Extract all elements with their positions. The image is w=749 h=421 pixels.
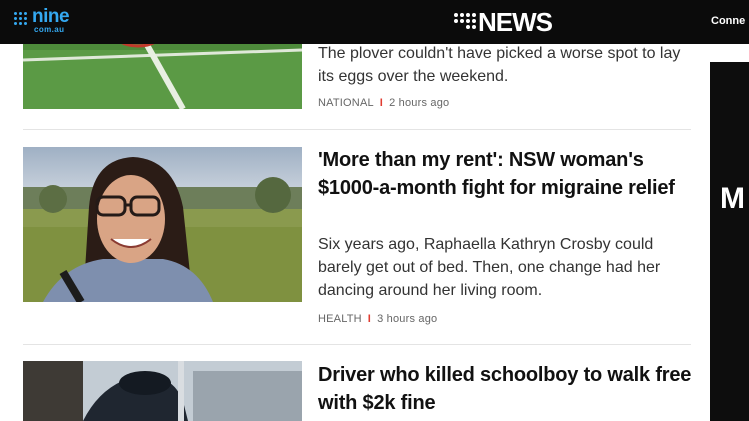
article-headline-link[interactable]: 'More than my rent': NSW woman's $1000-a…	[318, 146, 698, 202]
article-summary[interactable]: The plover couldn't have picked a worse …	[318, 42, 698, 88]
article-category-link[interactable]: HEALTH	[318, 313, 362, 325]
article-headline-link[interactable]: Driver who killed schoolboy to walk free…	[318, 361, 698, 417]
ad-text: M	[720, 182, 745, 215]
article-thumbnail-image[interactable]	[23, 361, 302, 421]
article-meta: NATIONAL I 2 hours ago	[318, 97, 449, 109]
nine-dots-icon	[14, 12, 30, 30]
9news-brand-text: NEWS	[478, 7, 553, 37]
advertisement-panel[interactable]: M	[710, 62, 749, 421]
9news-logo-link[interactable]: NEWS	[454, 7, 584, 37]
connect-button[interactable]: Conne	[711, 15, 745, 27]
article-card[interactable]: Driver who killed schoolboy to walk free…	[23, 345, 693, 421]
nine-domain-text: com.au	[34, 25, 65, 34]
article-timestamp: 2 hours ago	[389, 97, 450, 109]
meta-separator: I	[379, 97, 384, 109]
top-navigation-bar: nine com.au NEWS Conne	[0, 0, 749, 44]
nine-brand-text: nine	[32, 6, 70, 27]
nine-logo-link[interactable]: nine com.au	[14, 6, 84, 35]
article-timestamp: 3 hours ago	[377, 313, 438, 325]
article-thumbnail-image[interactable]	[23, 147, 302, 302]
article-meta: HEALTH I 3 hours ago	[318, 313, 437, 325]
article-card[interactable]: 'More than my rent': NSW woman's $1000-a…	[23, 130, 693, 345]
article-summary[interactable]: Six years ago, Raphaella Kathryn Crosby …	[318, 233, 698, 302]
meta-separator: I	[367, 313, 372, 325]
9news-nine-mark-icon	[454, 13, 476, 31]
article-category-link[interactable]: NATIONAL	[318, 97, 374, 109]
